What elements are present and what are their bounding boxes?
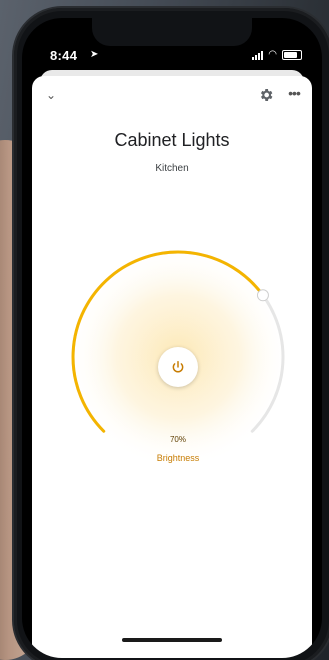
location-arrow-icon: ➤ [90,49,99,60]
brightness-slider-handle[interactable] [256,289,269,302]
power-button[interactable] [158,347,198,387]
cellular-signal-icon [252,50,264,60]
status-time: 8:44 [50,48,78,63]
phone-screen: 8:44 ➤ ◠ ⌄ ••• Cabinet Lights Kitchen 70… [22,18,322,658]
chevron-down-icon[interactable]: ⌄ [44,88,58,102]
brightness-value: 70% [169,435,186,444]
phone-frame: 8:44 ➤ ◠ ⌄ ••• Cabinet Lights Kitchen 70… [14,8,329,660]
status-indicators: ◠ [252,50,302,60]
wifi-icon: ◠ [268,49,277,60]
gear-icon[interactable] [258,87,274,103]
battery-icon [282,50,302,60]
brightness-label: Brightness [156,453,200,463]
room-name: Kitchen [155,163,189,174]
home-indicator [122,638,222,642]
device-name: Cabinet Lights [114,130,230,150]
more-horizontal-icon[interactable]: ••• [286,86,302,102]
notch [92,18,252,46]
device-control-sheet: ⌄ ••• Cabinet Lights Kitchen 70% Brightn… [32,76,312,658]
power-icon [172,361,184,373]
photo-background: 8:44 ➤ ◠ ⌄ ••• Cabinet Lights Kitchen 70… [0,0,329,660]
